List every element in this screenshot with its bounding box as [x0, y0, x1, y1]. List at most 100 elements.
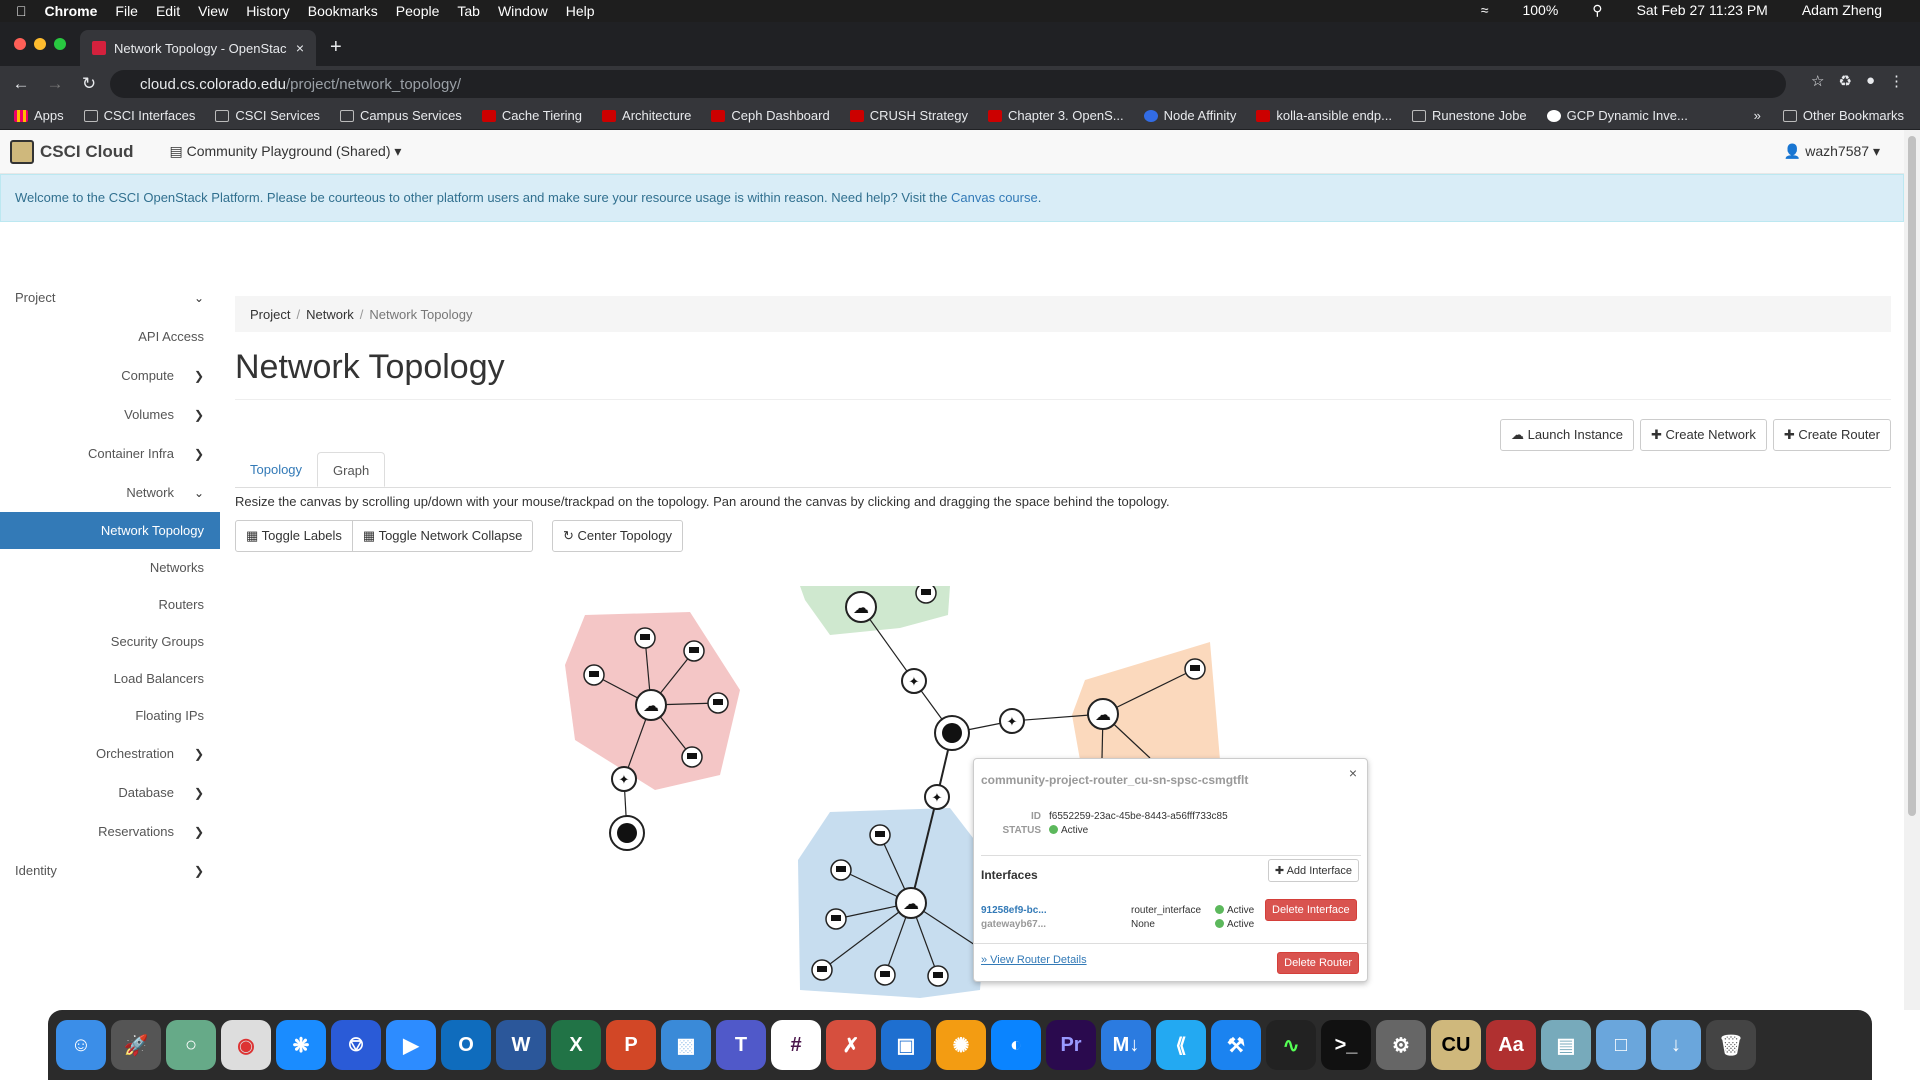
keynote-icon[interactable]: ▩: [661, 1020, 711, 1070]
zoom-icon[interactable]: ▶: [386, 1020, 436, 1070]
battery-percent[interactable]: 100%: [1522, 2, 1558, 19]
network-node-blue[interactable]: ☁: [895, 887, 927, 919]
bookmark-kolla-ansible[interactable]: kolla-ansible endp...: [1256, 108, 1392, 123]
canvas-course-link[interactable]: Canvas course: [951, 190, 1038, 205]
bookmark-csci-interfaces[interactable]: CSCI Interfaces: [83, 108, 195, 123]
bookmark-campus-services[interactable]: Campus Services: [339, 108, 462, 123]
back-icon[interactable]: ←: [8, 74, 34, 94]
create-network-button[interactable]: ✚ Create Network: [1640, 419, 1767, 451]
center-topology-button[interactable]: ↻ Center Topology: [552, 520, 683, 552]
sidebar-api-access[interactable]: API Access: [0, 317, 220, 356]
menu-view[interactable]: View: [198, 3, 228, 19]
bookmark-apps[interactable]: Apps: [14, 108, 64, 123]
menu-file[interactable]: File: [115, 3, 138, 19]
markdown-editor-icon[interactable]: M↓: [1101, 1020, 1151, 1070]
system-preferences-icon[interactable]: ⚙: [1376, 1020, 1426, 1070]
menu-tab[interactable]: Tab: [457, 3, 480, 19]
create-router-button[interactable]: ✚ Create Router: [1772, 419, 1891, 451]
add-interface-button[interactable]: ✚ Add Interface: [1267, 859, 1359, 882]
router-node[interactable]: ✦: [901, 668, 927, 694]
menu-edit[interactable]: Edit: [156, 3, 180, 19]
toggle-network-collapse-button[interactable]: ▦ Toggle Network Collapse: [352, 520, 534, 552]
launchpad-icon[interactable]: 🚀: [111, 1020, 161, 1070]
downloads-folder-icon[interactable]: ↓: [1651, 1020, 1701, 1070]
close-window-button[interactable]: [14, 38, 26, 50]
delete-router-button[interactable]: Delete Router: [1277, 952, 1359, 974]
network-node-pink[interactable]: ☁: [635, 689, 667, 721]
launch-instance-button[interactable]: ☁ Launch Instance: [1499, 419, 1634, 451]
bookmark-architecture[interactable]: Architecture: [602, 108, 691, 123]
remote-desktop-icon[interactable]: ✗: [826, 1020, 876, 1070]
bookmark-other[interactable]: Other Bookmarks: [1782, 108, 1904, 123]
vmware-icon[interactable]: ▣: [881, 1020, 931, 1070]
user-menu[interactable]: 👤 wazh7587 ▾: [1784, 143, 1880, 160]
breadcrumb-network[interactable]: Network: [306, 307, 354, 322]
zoom-window-button[interactable]: [54, 38, 66, 50]
proxyman-icon[interactable]: ◐: [991, 1020, 1041, 1070]
word-icon[interactable]: W: [496, 1020, 546, 1070]
bookmark-runestone[interactable]: Runestone Jobe: [1411, 108, 1527, 123]
sidebar-network-topology[interactable]: Network Topology: [0, 512, 220, 549]
menu-bookmarks[interactable]: Bookmarks: [308, 3, 378, 19]
brand-logo[interactable]: CSCI Cloud: [10, 139, 134, 164]
xcode-icon[interactable]: ⚒: [1211, 1020, 1261, 1070]
terminal-icon[interactable]: >_: [1321, 1020, 1371, 1070]
bookmark-gcp-dynamic[interactable]: GCP Dynamic Inve...: [1546, 108, 1688, 123]
bookmark-node-affinity[interactable]: Node Affinity: [1143, 108, 1236, 123]
menu-people[interactable]: People: [396, 3, 440, 19]
forward-icon[interactable]: →: [42, 74, 68, 94]
external-network-globe-icon[interactable]: [934, 715, 970, 751]
premiere-icon[interactable]: Pr: [1046, 1020, 1096, 1070]
page-scrollbar[interactable]: [1904, 130, 1920, 1010]
excel-icon[interactable]: X: [551, 1020, 601, 1070]
toggle-labels-button[interactable]: ▦ Toggle Labels: [235, 520, 353, 552]
close-icon[interactable]: ×: [1349, 765, 1357, 781]
dictionary-icon[interactable]: Aa: [1486, 1020, 1536, 1070]
chrome-icon[interactable]: ◉: [221, 1020, 271, 1070]
new-tab-button[interactable]: +: [330, 36, 342, 59]
delete-interface-button[interactable]: Delete Interface: [1265, 899, 1357, 921]
project-selector[interactable]: ▤ Community Playground (Shared) ▾: [170, 143, 402, 160]
sidebar-project[interactable]: Project ⌄: [0, 278, 220, 317]
extensions-icon[interactable]: ♻: [1838, 72, 1851, 90]
activity-monitor-icon[interactable]: ∿: [1266, 1020, 1316, 1070]
trash-icon[interactable]: 🗑: [1706, 1020, 1756, 1070]
user-name[interactable]: Adam Zheng: [1802, 2, 1882, 19]
search-icon[interactable]: ⚲: [1592, 2, 1602, 19]
bookmark-cache-tiering[interactable]: Cache Tiering: [481, 108, 582, 123]
preview-icon[interactable]: ▤: [1541, 1020, 1591, 1070]
bookmark-star-icon[interactable]: ☆: [1811, 72, 1824, 90]
clock[interactable]: Sat Feb 27 11:23 PM: [1637, 2, 1768, 19]
interface-id-link[interactable]: gatewayb67...: [981, 919, 1131, 930]
tab-graph[interactable]: Graph: [317, 452, 386, 487]
external-network-globe-icon[interactable]: [609, 815, 645, 851]
app-menu[interactable]: Chrome: [45, 3, 98, 19]
more-menu-icon[interactable]: ⋮: [1889, 72, 1904, 90]
router-node[interactable]: ✦: [999, 708, 1025, 734]
applications-folder-icon[interactable]: □: [1596, 1020, 1646, 1070]
sidebar-compute[interactable]: Compute ❯: [0, 356, 220, 395]
wifi-icon[interactable]: ≈: [1481, 2, 1489, 19]
1password-icon[interactable]: ⎊: [331, 1020, 381, 1070]
reload-icon[interactable]: ↻: [76, 74, 102, 94]
vscode-icon[interactable]: ⟪: [1156, 1020, 1206, 1070]
teams-icon[interactable]: T: [716, 1020, 766, 1070]
sidebar-networks[interactable]: Networks: [0, 549, 220, 586]
network-utility-icon[interactable]: ○: [166, 1020, 216, 1070]
address-bar[interactable]: cloud.cs.colorado.edu/project/network_to…: [110, 70, 1786, 98]
router-node[interactable]: ✦: [611, 766, 637, 792]
powerpoint-icon[interactable]: P: [606, 1020, 656, 1070]
sidebar-volumes[interactable]: Volumes ❯: [0, 395, 220, 434]
sidebar-network[interactable]: Network ⌄: [0, 473, 220, 512]
finder-icon[interactable]: ☺: [56, 1020, 106, 1070]
bookmark-crush-strategy[interactable]: CRUSH Strategy: [849, 108, 968, 123]
bookmark-csci-services[interactable]: CSCI Services: [215, 108, 320, 123]
view-router-details-link[interactable]: » View Router Details: [981, 954, 1087, 966]
network-node-orange[interactable]: ☁: [1087, 698, 1119, 730]
bookmark-chapter-3[interactable]: Chapter 3. OpenS...: [987, 108, 1124, 123]
sidebar-container-infra[interactable]: Container Infra ❯: [0, 434, 220, 473]
app-cluster-icon[interactable]: ✺: [936, 1020, 986, 1070]
profile-avatar[interactable]: ●: [1866, 72, 1875, 90]
interface-id-link[interactable]: 91258ef9-bc...: [981, 905, 1131, 916]
topology-graph[interactable]: ☁ ☁ ☁ ☁ ✦ ✦ ✦ ✦: [0, 586, 1904, 1010]
